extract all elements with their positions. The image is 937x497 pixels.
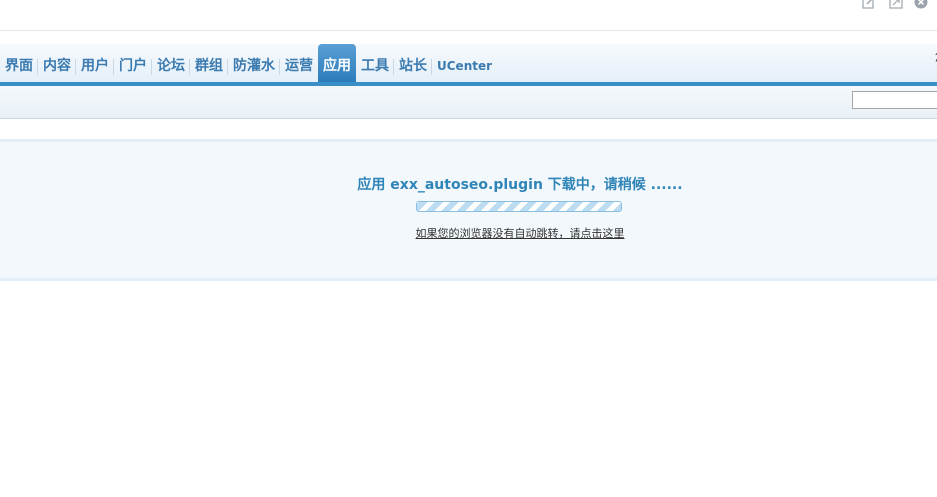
nav-item-antispam[interactable]: 防灌水 — [227, 50, 280, 82]
main-nav: 界面 内容 用户 门户 论坛 群组 防灌水 运营 应用 工具 站长 UCente… — [0, 44, 937, 82]
close-icon[interactable] — [914, 0, 928, 9]
nav-item-interface[interactable]: 界面 — [0, 50, 38, 82]
sub-bar — [0, 86, 937, 119]
progress-bar — [416, 201, 622, 212]
maximize-icon[interactable] — [889, 0, 903, 9]
download-status-title: 应用 exx_autoseo.plugin 下载中，请稍候 ...... — [357, 177, 683, 193]
nav-item-operations[interactable]: 运营 — [279, 50, 318, 82]
nav-items: 界面 内容 用户 门户 论坛 群组 防灌水 运营 应用 工具 站长 UCente… — [0, 44, 497, 82]
nav-item-groups[interactable]: 群组 — [189, 50, 228, 82]
search-input[interactable] — [852, 91, 937, 109]
edit-icon[interactable] — [862, 0, 876, 9]
message-box: 应用 exx_autoseo.plugin 下载中，请稍候 ...... 如果您… — [0, 139, 937, 281]
nav-item-tools[interactable]: 工具 — [356, 50, 394, 82]
nav-item-users[interactable]: 用户 — [75, 50, 114, 82]
redirect-link[interactable]: 如果您的浏览器没有自动跳转，请点击这里 — [0, 225, 937, 241]
nav-item-apps[interactable]: 应用 — [318, 44, 356, 82]
nav-item-portal[interactable]: 门户 — [113, 50, 152, 82]
nav-item-ucenter[interactable]: UCenter — [430, 50, 497, 82]
nav-item-content[interactable]: 内容 — [37, 50, 76, 82]
nav-item-webmaster[interactable]: 站长 — [393, 50, 432, 82]
nav-item-forum[interactable]: 论坛 — [151, 50, 190, 82]
top-strip — [0, 0, 937, 31]
